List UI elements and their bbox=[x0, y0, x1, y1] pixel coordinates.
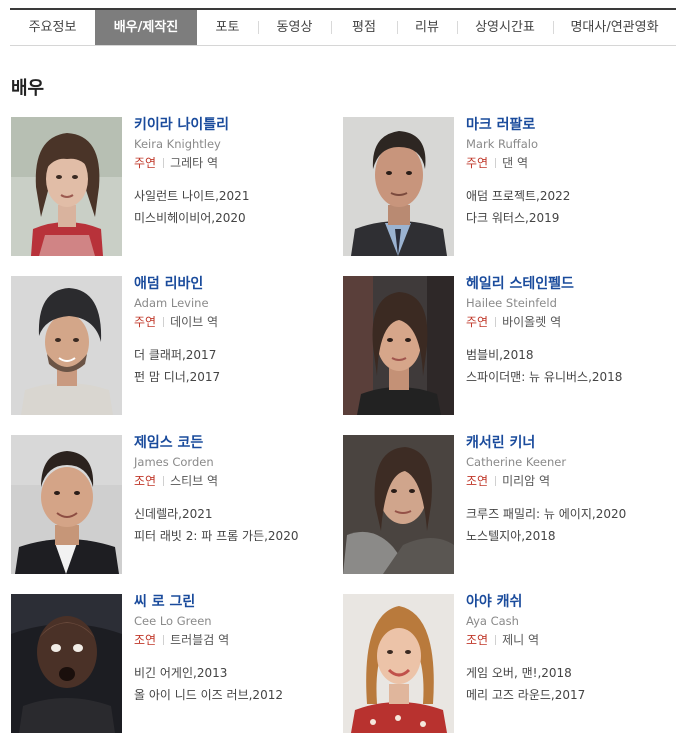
actor-photo[interactable] bbox=[11, 435, 122, 574]
divider bbox=[163, 317, 165, 327]
actor-role: 주연 그레타 역 bbox=[134, 155, 334, 171]
divider bbox=[163, 476, 165, 486]
actor-english-name: Cee Lo Green bbox=[134, 614, 212, 628]
actor-card: 키이라 나이틀리 Keira Knightley 주연 그레타 역 사일런트 나이… bbox=[11, 117, 331, 257]
filmography-item[interactable]: 노스텔지아,2018 bbox=[466, 525, 666, 547]
actor-card: 아야 캐쉬 Aya Cash 조연 제니 역 게임 오버, 맨!,2018 메리 … bbox=[343, 594, 663, 734]
actor-card: 제임스 코든 James Corden 조연 스티브 역 신데렐라,2021 피터… bbox=[11, 435, 331, 575]
filmography: 신데렐라,2021 피터 래빗 2: 파 프롬 가든,2020 bbox=[134, 503, 334, 547]
tab-photo[interactable]: 포토 bbox=[197, 10, 258, 45]
role-name: 미리암 역 bbox=[502, 474, 551, 488]
actor-role: 조연 트러블검 역 bbox=[134, 632, 334, 648]
filmography: 크루즈 패밀리: 뉴 에이지,2020 노스텔지아,2018 bbox=[466, 503, 666, 547]
role-type: 주연 bbox=[466, 156, 489, 170]
actor-photo[interactable] bbox=[11, 594, 122, 733]
actor-english-name: James Corden bbox=[134, 455, 214, 469]
actor-role: 조연 제니 역 bbox=[466, 632, 666, 648]
actor-name[interactable]: 헤일리 스테인펠드 bbox=[466, 275, 666, 293]
role-type: 주연 bbox=[466, 315, 489, 329]
role-name: 스티브 역 bbox=[170, 474, 219, 488]
role-type: 주연 bbox=[134, 156, 157, 170]
actor-english-name: Keira Knightley bbox=[134, 137, 221, 151]
actor-role: 조연 스티브 역 bbox=[134, 473, 334, 489]
actor-photo[interactable] bbox=[343, 435, 454, 574]
actor-name[interactable]: 씨 로 그린 bbox=[134, 593, 334, 611]
filmography-item[interactable]: 미스비헤이비어,2020 bbox=[134, 207, 334, 229]
tab-video[interactable]: 동영상 bbox=[258, 10, 331, 45]
divider bbox=[495, 317, 497, 327]
role-type: 조연 bbox=[466, 633, 489, 647]
filmography-item[interactable]: 신데렐라,2021 bbox=[134, 503, 334, 525]
actor-card: 캐서린 키너 Catherine Keener 조연 미리암 역 크루즈 패밀리:… bbox=[343, 435, 663, 575]
actor-photo[interactable] bbox=[11, 117, 122, 256]
filmography: 게임 오버, 맨!,2018 메리 고즈 라운드,2017 bbox=[466, 662, 666, 706]
actor-name[interactable]: 키이라 나이틀리 bbox=[134, 116, 334, 134]
tab-bar: 주요정보 배우/제작진 포토 동영상 평점 리뷰 상영시간표 명대사/연관영화 bbox=[10, 8, 676, 46]
actor-name[interactable]: 아야 캐쉬 bbox=[466, 593, 666, 611]
actor-role: 주연 댄 역 bbox=[466, 155, 666, 171]
section-title: 배우 bbox=[11, 78, 45, 99]
role-name: 제니 역 bbox=[502, 633, 540, 647]
tab-rating[interactable]: 평점 bbox=[331, 10, 397, 45]
role-name: 그레타 역 bbox=[170, 156, 219, 170]
filmography-item[interactable]: 사일런트 나이트,2021 bbox=[134, 185, 334, 207]
filmography-item[interactable]: 애덤 프로젝트,2022 bbox=[466, 185, 666, 207]
filmography-item[interactable]: 더 클래퍼,2017 bbox=[134, 344, 334, 366]
tab-cast-crew[interactable]: 배우/제작진 bbox=[95, 10, 197, 45]
actor-card: 마크 러팔로 Mark Ruffalo 주연 댄 역 애덤 프로젝트,2022 다… bbox=[343, 117, 663, 257]
actor-english-name: Aya Cash bbox=[466, 614, 519, 628]
actor-english-name: Mark Ruffalo bbox=[466, 137, 538, 151]
filmography-item[interactable]: 올 아이 니드 이즈 러브,2012 bbox=[134, 684, 334, 706]
role-type: 조연 bbox=[134, 474, 157, 488]
actor-photo[interactable] bbox=[343, 117, 454, 256]
filmography-item[interactable]: 비긴 어게인,2013 bbox=[134, 662, 334, 684]
actor-photo[interactable] bbox=[343, 276, 454, 415]
filmography-item[interactable]: 게임 오버, 맨!,2018 bbox=[466, 662, 666, 684]
role-type: 조연 bbox=[134, 633, 157, 647]
tab-showtimes[interactable]: 상영시간표 bbox=[457, 10, 553, 45]
filmography: 애덤 프로젝트,2022 다크 워터스,2019 bbox=[466, 185, 666, 229]
role-name: 댄 역 bbox=[502, 156, 528, 170]
filmography-item[interactable]: 펀 맘 디너,2017 bbox=[134, 366, 334, 388]
actor-card: 헤일리 스테인펠드 Hailee Steinfeld 주연 바이올렛 역 범블비,… bbox=[343, 276, 663, 416]
actor-role: 주연 바이올렛 역 bbox=[466, 314, 666, 330]
filmography: 사일런트 나이트,2021 미스비헤이비어,2020 bbox=[134, 185, 334, 229]
divider bbox=[495, 158, 497, 168]
divider bbox=[495, 635, 497, 645]
divider bbox=[495, 476, 497, 486]
role-name: 데이브 역 bbox=[170, 315, 219, 329]
filmography: 더 클래퍼,2017 펀 맘 디너,2017 bbox=[134, 344, 334, 388]
actor-card: 애덤 리바인 Adam Levine 주연 데이브 역 더 클래퍼,2017 펀 … bbox=[11, 276, 331, 416]
role-name: 트러블검 역 bbox=[170, 633, 230, 647]
divider bbox=[163, 158, 165, 168]
tab-quotes-related[interactable]: 명대사/연관영화 bbox=[553, 10, 676, 45]
role-type: 주연 bbox=[134, 315, 157, 329]
tab-main-info[interactable]: 주요정보 bbox=[10, 10, 95, 45]
actor-english-name: Hailee Steinfeld bbox=[466, 296, 557, 310]
actor-role: 조연 미리암 역 bbox=[466, 473, 666, 489]
actor-photo[interactable] bbox=[11, 276, 122, 415]
actor-photo[interactable] bbox=[343, 594, 454, 733]
role-name: 바이올렛 역 bbox=[502, 315, 562, 329]
actor-name[interactable]: 캐서린 키너 bbox=[466, 434, 666, 452]
filmography: 비긴 어게인,2013 올 아이 니드 이즈 러브,2012 bbox=[134, 662, 334, 706]
actor-name[interactable]: 마크 러팔로 bbox=[466, 116, 666, 134]
actor-role: 주연 데이브 역 bbox=[134, 314, 334, 330]
actor-card: 씨 로 그린 Cee Lo Green 조연 트러블검 역 비긴 어게인,2013… bbox=[11, 594, 331, 734]
filmography-item[interactable]: 다크 워터스,2019 bbox=[466, 207, 666, 229]
filmography-item[interactable]: 범블비,2018 bbox=[466, 344, 666, 366]
role-type: 조연 bbox=[466, 474, 489, 488]
actor-name[interactable]: 제임스 코든 bbox=[134, 434, 334, 452]
filmography-item[interactable]: 크루즈 패밀리: 뉴 에이지,2020 bbox=[466, 503, 666, 525]
divider bbox=[163, 635, 165, 645]
actor-english-name: Adam Levine bbox=[134, 296, 209, 310]
filmography-item[interactable]: 피터 래빗 2: 파 프롬 가든,2020 bbox=[134, 525, 334, 547]
filmography: 범블비,2018 스파이더맨: 뉴 유니버스,2018 bbox=[466, 344, 666, 388]
actor-name[interactable]: 애덤 리바인 bbox=[134, 275, 334, 293]
filmography-item[interactable]: 메리 고즈 라운드,2017 bbox=[466, 684, 666, 706]
tab-review[interactable]: 리뷰 bbox=[397, 10, 457, 45]
filmography-item[interactable]: 스파이더맨: 뉴 유니버스,2018 bbox=[466, 366, 666, 388]
actor-english-name: Catherine Keener bbox=[466, 455, 567, 469]
